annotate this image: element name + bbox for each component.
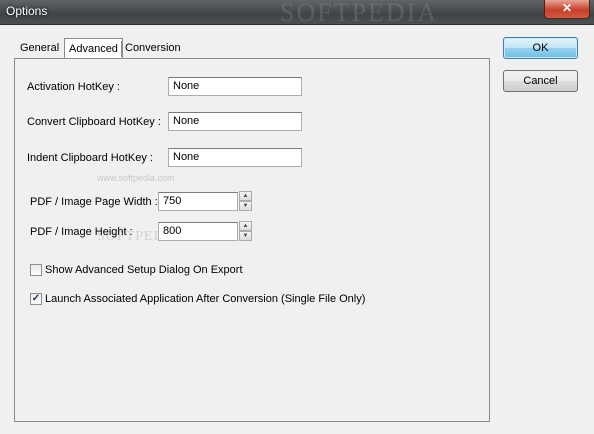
activation-hotkey-label: Activation HotKey : <box>27 81 120 93</box>
tab-general[interactable]: General <box>16 40 63 57</box>
cancel-button[interactable]: Cancel <box>503 70 578 92</box>
page-height-label: PDF / Image Height : <box>30 226 133 238</box>
launch-associated-app-label[interactable]: Launch Associated Application After Conv… <box>45 293 365 305</box>
arrow-down-icon[interactable]: ▼ <box>239 201 252 211</box>
tab-advanced[interactable]: Advanced <box>64 38 123 59</box>
indent-clipboard-hotkey-field[interactable]: None <box>168 148 302 167</box>
convert-clipboard-hotkey-field[interactable]: None <box>168 112 302 131</box>
page-width-field[interactable]: 750 <box>158 192 238 211</box>
arrow-up-icon[interactable]: ▲ <box>239 191 252 201</box>
activation-hotkey-field[interactable]: None <box>168 77 302 96</box>
page-width-spinner: ▲ ▼ <box>239 191 252 211</box>
show-advanced-setup-label[interactable]: Show Advanced Setup Dialog On Export <box>45 264 243 276</box>
close-button[interactable]: ✕ <box>544 0 590 19</box>
watermark-url: www.softpedia.com <box>97 173 175 183</box>
convert-clipboard-hotkey-label: Convert Clipboard HotKey : <box>27 116 161 128</box>
indent-clipboard-hotkey-label: Indent Clipboard HotKey : <box>27 152 153 164</box>
title-watermark: SOFTPEDIA <box>280 0 439 27</box>
page-width-label: PDF / Image Page Width : <box>30 196 158 208</box>
page-height-spinner: ▲ ▼ <box>239 221 252 241</box>
title-bar[interactable]: Options SOFTPEDIA ✕ <box>0 0 594 27</box>
page-height-field[interactable]: 800 <box>158 222 238 241</box>
tab-conversion[interactable]: Conversion <box>121 40 185 57</box>
advanced-tab-panel: SOFTPEDIA www.softpedia.com Activation H… <box>14 58 490 422</box>
launch-associated-app-checkbox[interactable]: ✓ <box>30 293 42 305</box>
arrow-up-icon[interactable]: ▲ <box>239 221 252 231</box>
show-advanced-setup-checkbox[interactable] <box>30 264 42 276</box>
window-title: Options <box>6 4 48 18</box>
check-icon: ✓ <box>31 293 41 304</box>
arrow-down-icon[interactable]: ▼ <box>239 231 252 241</box>
ok-button[interactable]: OK <box>503 37 578 59</box>
close-icon: ✕ <box>561 1 573 15</box>
